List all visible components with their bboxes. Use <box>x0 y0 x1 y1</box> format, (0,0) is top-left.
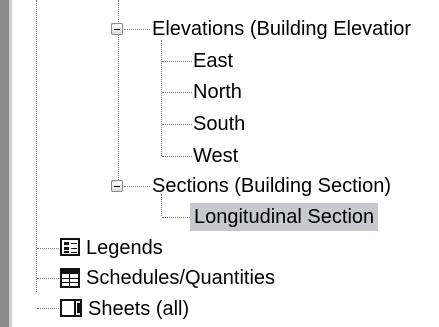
tree-branch <box>162 156 192 157</box>
panel-left-border <box>0 0 9 327</box>
tree-node-elevations[interactable]: Elevations (Building Elevatior <box>152 15 411 43</box>
tree-node-longitudinal-section[interactable]: Longitudinal Section <box>190 203 379 231</box>
tree-branch <box>37 278 59 279</box>
tree-branch <box>124 29 150 30</box>
tree-node-sections[interactable]: Sections (Building Section) <box>152 172 391 200</box>
tree-node-north[interactable]: North <box>193 78 242 106</box>
tree-node-legends[interactable]: Legends <box>86 234 163 262</box>
tree-branch <box>162 217 190 218</box>
tree-branch <box>162 61 192 62</box>
legend-icon <box>60 238 80 256</box>
tree-branch <box>124 186 150 187</box>
sheet-icon <box>60 299 82 317</box>
tree-node-schedules[interactable]: Schedules/Quantities <box>86 264 275 292</box>
tree-node-east[interactable]: East <box>193 47 233 75</box>
tree-node-west[interactable]: West <box>193 142 238 170</box>
tree-branch <box>162 92 192 93</box>
sections-collapse-toggle[interactable] <box>111 180 123 192</box>
elevations-collapse-toggle[interactable] <box>111 23 123 35</box>
schedule-icon <box>60 268 80 288</box>
tree-guide-elevations <box>161 40 162 156</box>
tree-node-sheets[interactable]: Sheets (all) <box>88 295 189 323</box>
panel-left-border-highlight <box>9 0 12 327</box>
tree-branch <box>162 124 192 125</box>
tree-node-south[interactable]: South <box>193 110 245 138</box>
tree-branch <box>37 248 59 249</box>
tree-branch <box>37 308 59 309</box>
